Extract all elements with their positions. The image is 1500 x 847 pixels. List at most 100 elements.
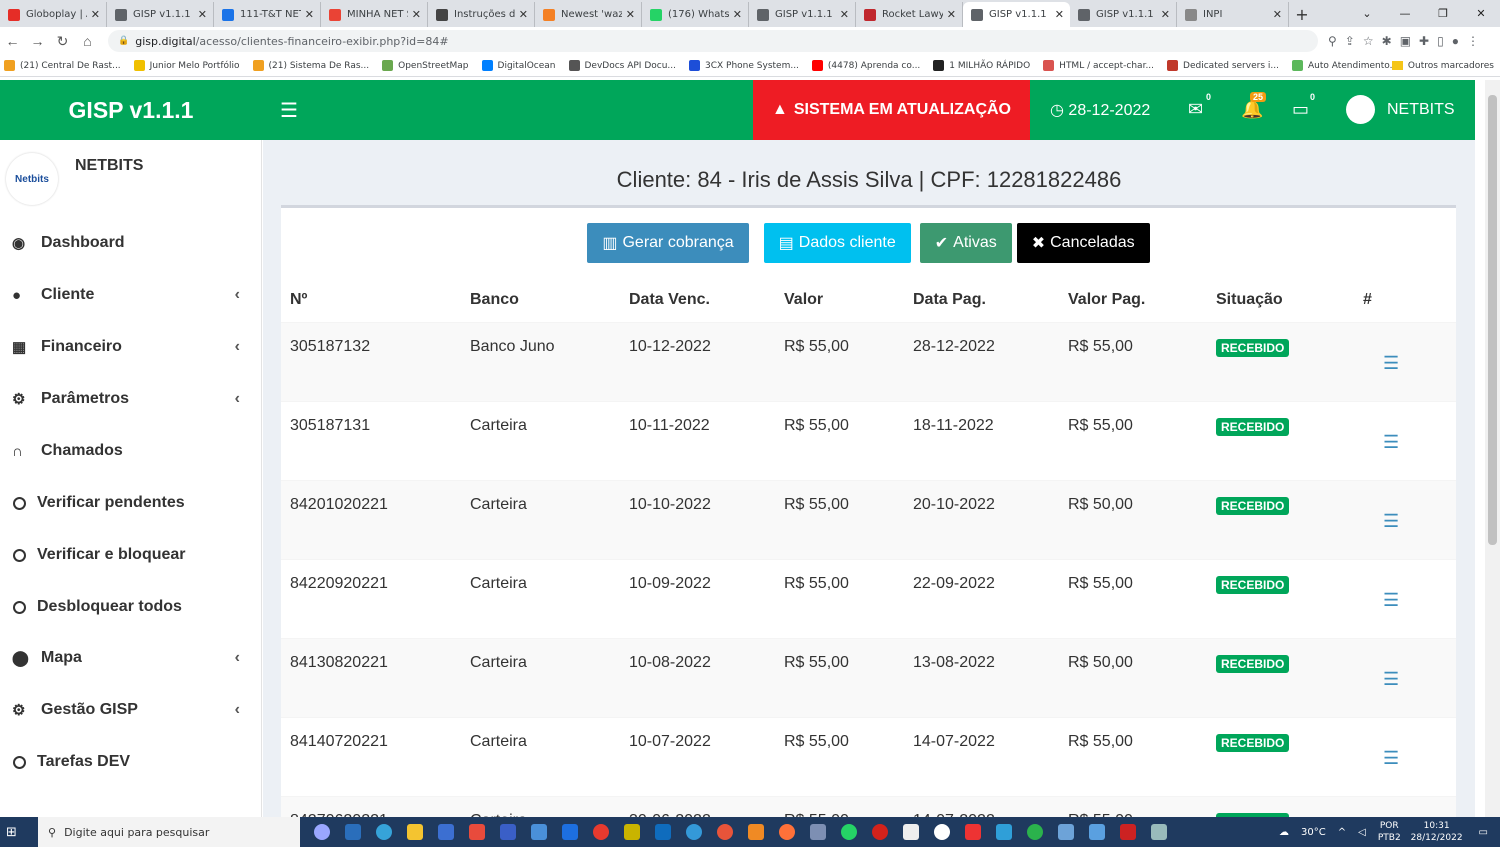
browser-tab[interactable]: GISP v1.1.1 ✕ — [963, 2, 1070, 27]
taskbar-app-icon[interactable] — [957, 821, 988, 843]
taskbar-app-icon[interactable] — [1081, 821, 1112, 843]
kebab-menu-icon[interactable]: ⋮ — [1467, 34, 1479, 48]
taskbar-app-icon[interactable] — [368, 821, 399, 843]
tab-close-icon[interactable]: ✕ — [198, 8, 207, 21]
tab-close-icon[interactable]: ✕ — [91, 8, 100, 21]
bookmark-item[interactable]: DevDocs API Docu... — [568, 60, 676, 71]
bookmark-item[interactable]: (21) Sistema De Ras... — [252, 60, 369, 71]
forward-icon[interactable]: → — [25, 33, 50, 49]
browser-tab[interactable]: Instruções de ✕ — [428, 2, 535, 27]
taskbar-app-icon[interactable] — [585, 821, 616, 843]
tab-close-icon[interactable]: ✕ — [840, 8, 849, 21]
taskbar-app-icon[interactable] — [833, 821, 864, 843]
scrollbar-thumb[interactable] — [1488, 95, 1497, 545]
row-menu-icon[interactable]: ☰ — [1383, 353, 1399, 374]
url-field[interactable]: 🔒 gisp.digital/acesso/clientes-financeir… — [108, 30, 1318, 52]
bell-icon[interactable]: 🔔 — [1241, 99, 1263, 120]
home-icon[interactable]: ⌂ — [75, 33, 100, 49]
browser-tab[interactable]: (176) WhatsA ✕ — [642, 2, 749, 27]
bookmark-item[interactable]: Dedicated servers i... — [1167, 60, 1279, 71]
taskbar-app-icon[interactable] — [1050, 821, 1081, 843]
browser-tab[interactable]: Rocket Lawye ✕ — [856, 2, 963, 27]
tab-close-icon[interactable]: ✕ — [305, 8, 314, 21]
volume-icon[interactable]: ◁ — [1358, 827, 1366, 838]
sidebar-item-chamados[interactable]: ∩ Chamados — [0, 436, 262, 466]
browser-tab[interactable]: INPI ✕ — [1177, 2, 1289, 27]
puzzle-icon[interactable]: ✚ — [1419, 34, 1429, 48]
tab-close-icon[interactable]: ✕ — [733, 8, 742, 21]
sidebar-item-financeiro[interactable]: ▦ Financeiro ‹ — [0, 332, 262, 362]
input-language[interactable]: POR PTB2 — [1378, 820, 1401, 844]
taskbar-app-icon[interactable] — [740, 821, 771, 843]
new-tab-icon[interactable]: + — [1289, 2, 1315, 27]
envelope-icon[interactable]: ✉ — [1188, 99, 1203, 120]
chevron-left-icon[interactable]: ‹ — [235, 286, 240, 304]
browser-tab[interactable]: 111-T&T NET ✕ — [214, 2, 321, 27]
taskbar-app-icon[interactable] — [895, 821, 926, 843]
taskbar-app-icon[interactable] — [988, 821, 1019, 843]
tab-close-icon[interactable]: ✕ — [947, 8, 956, 21]
extension-icon[interactable]: ✱ — [1382, 34, 1392, 48]
weather-icon[interactable]: ☁ — [1279, 827, 1289, 838]
sidepanel-icon[interactable]: ▯ — [1437, 34, 1444, 48]
taskbar-app-icon[interactable] — [864, 821, 895, 843]
minimize-icon[interactable]: — — [1386, 7, 1424, 20]
browser-tab[interactable]: Globoplay | A ✕ — [0, 2, 107, 27]
row-menu-icon[interactable]: ☰ — [1383, 748, 1399, 769]
taskbar-app-icon[interactable] — [926, 821, 957, 843]
taskbar-app-icon[interactable] — [771, 821, 802, 843]
tab-close-icon[interactable]: ✕ — [412, 8, 421, 21]
bookmark-item[interactable]: OpenStreetMap — [382, 60, 469, 71]
taskbar-app-icon[interactable] — [802, 821, 833, 843]
taskbar-app-icon[interactable] — [306, 821, 337, 843]
dados-cliente-button[interactable]: ▤ Dados cliente — [763, 223, 911, 263]
sidebar-item-tarefas-dev[interactable]: Tarefas DEV — [0, 747, 262, 777]
taskbar-app-icon[interactable] — [430, 821, 461, 843]
bookmark-item[interactable]: Junior Melo Portfólio — [133, 60, 240, 71]
taskbar-app-icon[interactable] — [1112, 821, 1143, 843]
gerar-cobranca-button[interactable]: ▥ Gerar cobrança — [587, 223, 749, 263]
header-username[interactable]: NETBITS — [1387, 101, 1455, 119]
row-menu-icon[interactable]: ☰ — [1383, 669, 1399, 690]
tab-close-icon[interactable]: ✕ — [1273, 8, 1282, 21]
taskbar-search[interactable]: ⚲ Digite aqui para pesquisar — [38, 817, 300, 847]
bookmark-item[interactable]: (4478) Aprenda co... — [811, 60, 920, 71]
profile-icon[interactable]: ● — [1452, 34, 1459, 48]
taskbar-app-icon[interactable] — [647, 821, 678, 843]
tab-close-icon[interactable]: ✕ — [626, 8, 635, 21]
sidebar-item-mapa[interactable]: ⬤ Mapa ‹ — [0, 643, 262, 673]
browser-tab[interactable]: GISP v1.1.1 ✕ — [1070, 2, 1177, 27]
share-icon[interactable]: ⇪ — [1345, 34, 1355, 48]
other-bookmarks[interactable]: Outros marcadores — [1391, 61, 1494, 71]
tab-search-icon[interactable]: ⌄ — [1348, 7, 1386, 20]
extension-icon[interactable]: ▣ — [1400, 34, 1411, 48]
browser-tab[interactable]: MINHA NET S ✕ — [321, 2, 428, 27]
chevron-left-icon[interactable]: ‹ — [235, 649, 240, 667]
page-scrollbar[interactable] — [1485, 80, 1500, 817]
sidebar-item-verificar-e-bloquear[interactable]: Verificar e bloquear — [0, 540, 262, 570]
taskbar-app-icon[interactable] — [399, 821, 430, 843]
taskbar-app-icon[interactable] — [678, 821, 709, 843]
tab-close-icon[interactable]: ✕ — [519, 8, 528, 21]
chevron-left-icon[interactable]: ‹ — [235, 701, 240, 719]
user-avatar[interactable] — [1346, 95, 1375, 124]
sidebar-item-gest-o-gisp[interactable]: ⚙ Gestão GISP ‹ — [0, 695, 262, 725]
browser-tab[interactable]: Newest 'waze ✕ — [535, 2, 642, 27]
taskbar-app-icon[interactable] — [492, 821, 523, 843]
bookmark-item[interactable]: 1 MILHÃO RÁPIDO — [933, 60, 1030, 71]
taskbar-clock[interactable]: 10:31 28/12/2022 — [1411, 820, 1463, 844]
ativas-button[interactable]: ✔ Ativas — [919, 223, 1012, 263]
windows-start-icon[interactable]: ⊞ — [6, 825, 30, 840]
sidebar-item-cliente[interactable]: ● Cliente ‹ — [0, 280, 262, 310]
reload-icon[interactable]: ↻ — [50, 33, 75, 50]
row-menu-icon[interactable]: ☰ — [1383, 432, 1399, 453]
canceladas-button[interactable]: ✖ Canceladas — [1016, 223, 1150, 263]
bookmark-item[interactable]: HTML / accept-char... — [1043, 60, 1154, 71]
taskbar-app-icon[interactable] — [709, 821, 740, 843]
taskbar-app-icon[interactable] — [461, 821, 492, 843]
tab-close-icon[interactable]: ✕ — [1055, 8, 1064, 21]
row-menu-icon[interactable]: ☰ — [1383, 511, 1399, 532]
bookmark-item[interactable]: DigitalOcean — [481, 60, 556, 71]
sidebar-item-desbloquear-todos[interactable]: Desbloquear todos — [0, 592, 262, 622]
sidebar-item-par-metros[interactable]: ⚙ Parâmetros ‹ — [0, 384, 262, 414]
